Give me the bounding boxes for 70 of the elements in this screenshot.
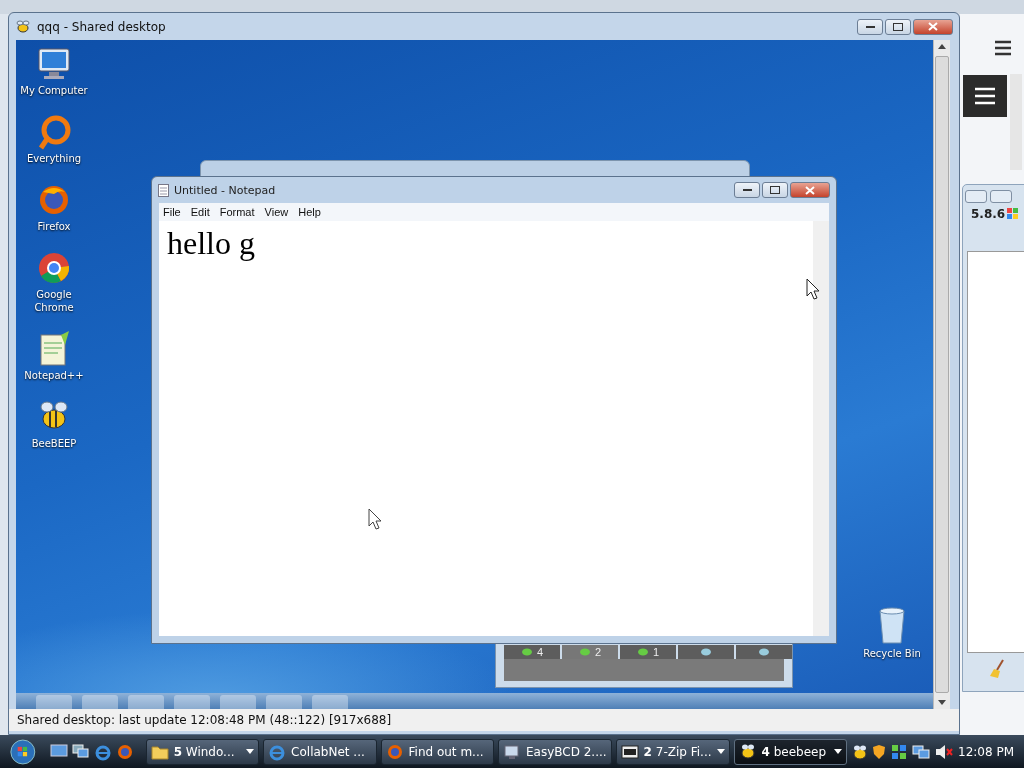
bee-icon[interactable] [851, 743, 867, 760]
chat-icon [700, 648, 712, 656]
menu-icon [974, 87, 996, 105]
menu-icon[interactable] [994, 40, 1012, 56]
clock[interactable]: 12:08 PM [958, 744, 1014, 759]
firefox-icon[interactable] [115, 742, 134, 761]
icon-label[interactable]: My Computer [20, 84, 88, 97]
close-icon [805, 185, 815, 195]
chat-icon [758, 648, 770, 656]
icon-label[interactable]: BeeBEEP [31, 437, 77, 450]
tab[interactable] [736, 645, 792, 659]
taskbar-button[interactable]: 2 7-Zip Fi... [615, 738, 730, 765]
maximize-button[interactable] [885, 18, 911, 35]
windows-icon[interactable] [71, 742, 90, 759]
icon-label[interactable]: Firefox [37, 220, 71, 233]
minimize-button[interactable] [857, 18, 883, 35]
icon-label[interactable]: Google Chrome [16, 288, 92, 314]
minimize-button[interactable] [734, 182, 760, 198]
bee-icon [15, 19, 31, 34]
mouse-cursor [806, 278, 820, 300]
icon-label[interactable]: Everything [26, 152, 82, 165]
restore-icon [770, 186, 780, 194]
desktop-icon[interactable] [49, 742, 68, 759]
version-label: 5.8.6 [971, 207, 1006, 221]
monitor-icon [502, 742, 521, 761]
status-text: Shared desktop: last update 12:08:48 PM (48::122) [917x688] [9, 709, 959, 731]
start-button[interactable] [10, 736, 36, 767]
menu-item[interactable]: View [264, 206, 297, 218]
firefox-icon [385, 742, 404, 761]
close-button[interactable] [913, 18, 953, 35]
menu-item[interactable]: Format [219, 206, 263, 218]
restore-icon [893, 22, 903, 31]
computer-icon[interactable] [35, 46, 73, 82]
menu-item[interactable]: Help [298, 206, 329, 218]
scroll-thumb[interactable] [935, 56, 949, 693]
network-icon[interactable] [912, 743, 930, 760]
taskbar-button[interactable]: EasyBCD 2.... [497, 738, 612, 765]
status-icon [636, 648, 649, 656]
scrollbar[interactable] [813, 221, 829, 636]
tab[interactable]: 1 [620, 645, 676, 659]
mouse-cursor [368, 508, 382, 530]
tab[interactable] [678, 645, 734, 659]
network-grid-icon[interactable] [891, 743, 907, 760]
minimize-icon [742, 188, 752, 192]
windows-flag-icon [1007, 208, 1020, 220]
taskbar-button[interactable]: 5 Windo... [145, 738, 260, 765]
tab[interactable]: 2 [562, 645, 618, 659]
taskbar-button[interactable]: CollabNet ... [263, 738, 377, 765]
bee-icon [738, 742, 757, 761]
icon-label[interactable]: Recycle Bin [863, 647, 921, 660]
window-title: qqq - Shared desktop [37, 19, 167, 34]
menu-button[interactable] [963, 75, 1007, 117]
taskbar-button[interactable]: 4 beebeep [733, 738, 847, 765]
status-icon [578, 648, 591, 656]
status-icon [520, 648, 533, 656]
maximize-button[interactable] [762, 182, 788, 198]
close-icon [928, 22, 938, 31]
menu-item[interactable]: File [163, 206, 189, 218]
notepad-icon [158, 183, 169, 197]
window-title: Untitled - Notepad [174, 183, 277, 197]
speaker-muted-icon[interactable] [935, 743, 953, 760]
icon-label[interactable]: Notepad++ [24, 369, 84, 382]
broom-icon[interactable] [989, 659, 1007, 679]
tab[interactable]: 4 [504, 645, 560, 659]
taskbar-button[interactable]: Find out m... [380, 738, 494, 765]
close-button[interactable] [790, 182, 830, 198]
shield-icon[interactable] [872, 743, 886, 760]
menu-item[interactable]: Edit [190, 206, 218, 218]
close-button[interactable] [990, 190, 1012, 203]
scrollbar[interactable] [933, 40, 950, 709]
